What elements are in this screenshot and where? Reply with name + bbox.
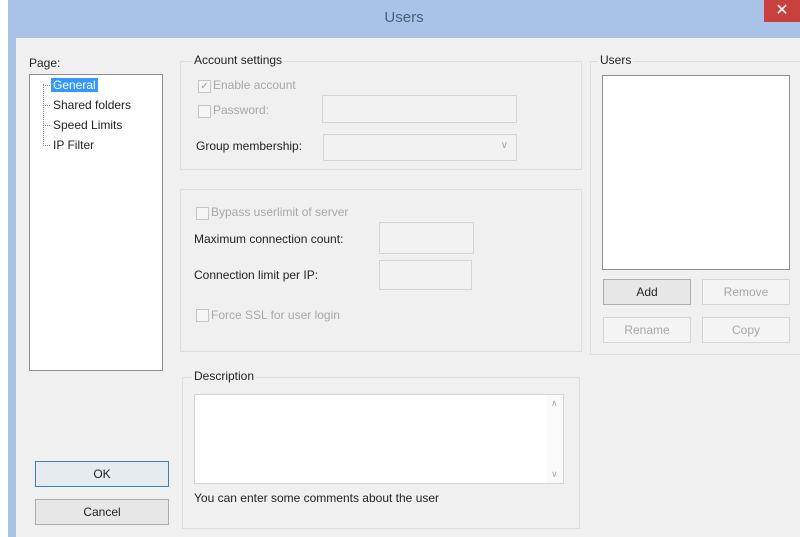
tree-item-general[interactable]: General	[51, 78, 98, 92]
add-user-button[interactable]: Add	[603, 279, 691, 305]
page-label: Page:	[29, 56, 61, 70]
description-scrollbar[interactable]: ∧ ∨	[547, 395, 563, 483]
tree-branch	[43, 85, 50, 86]
max-connection-count-label: Maximum connection count:	[194, 232, 344, 246]
tree-branch	[43, 105, 50, 106]
close-icon: ✕	[775, 2, 789, 19]
copy-user-button[interactable]: Copy	[702, 317, 790, 343]
group-membership-select[interactable]: ∨	[323, 134, 517, 161]
group-membership-label: Group membership:	[196, 139, 303, 153]
description-textarea[interactable]: ∧ ∨	[194, 394, 564, 484]
password-checkbox[interactable]	[198, 105, 211, 118]
password-label: Password:	[213, 103, 270, 117]
title-bar: Users ✕	[8, 0, 800, 38]
ok-button[interactable]: OK	[35, 461, 169, 487]
max-connection-count-field[interactable]	[379, 222, 474, 254]
users-legend: Users	[598, 53, 634, 67]
users-list[interactable]	[602, 75, 790, 270]
window-title: Users	[384, 9, 424, 26]
cancel-button[interactable]: Cancel	[35, 499, 169, 525]
tree-branch	[43, 125, 50, 126]
enable-account-checkbox[interactable]: ✓	[198, 80, 211, 93]
connection-limit-per-ip-label: Connection limit per IP:	[194, 268, 319, 282]
tree-branch	[43, 145, 50, 146]
tree-item-shared-folders[interactable]: Shared folders	[51, 98, 133, 112]
rename-user-button[interactable]: Rename	[603, 317, 691, 343]
page-tree[interactable]: General Shared folders Speed Limits IP F…	[29, 74, 163, 371]
chevron-down-icon: ∨	[500, 140, 508, 151]
description-legend: Description	[192, 369, 257, 383]
description-hint: You can enter some comments about the us…	[194, 491, 440, 505]
dialog-body: Page: General Shared folders Speed Limit…	[16, 38, 800, 537]
remove-user-button[interactable]: Remove	[702, 279, 790, 305]
connection-limit-per-ip-field[interactable]	[379, 260, 472, 290]
tree-item-ip-filter[interactable]: IP Filter	[51, 138, 96, 152]
password-field[interactable]	[322, 95, 517, 123]
close-button[interactable]: ✕	[764, 0, 800, 22]
scroll-up-icon[interactable]: ∧	[551, 398, 558, 409]
scroll-down-icon[interactable]: ∨	[551, 469, 558, 480]
force-ssl-checkbox[interactable]	[196, 309, 209, 322]
force-ssl-label: Force SSL for user login	[211, 308, 340, 322]
bypass-userlimit-checkbox[interactable]	[196, 207, 209, 220]
account-settings-legend: Account settings	[192, 53, 285, 67]
users-dialog: Users ✕ Page: General Shared folders Spe…	[8, 0, 800, 537]
tree-item-speed-limits[interactable]: Speed Limits	[51, 118, 124, 132]
tree-connector	[43, 84, 44, 146]
bypass-userlimit-label: Bypass userlimit of server	[211, 205, 349, 219]
enable-account-label: Enable account	[213, 78, 296, 92]
